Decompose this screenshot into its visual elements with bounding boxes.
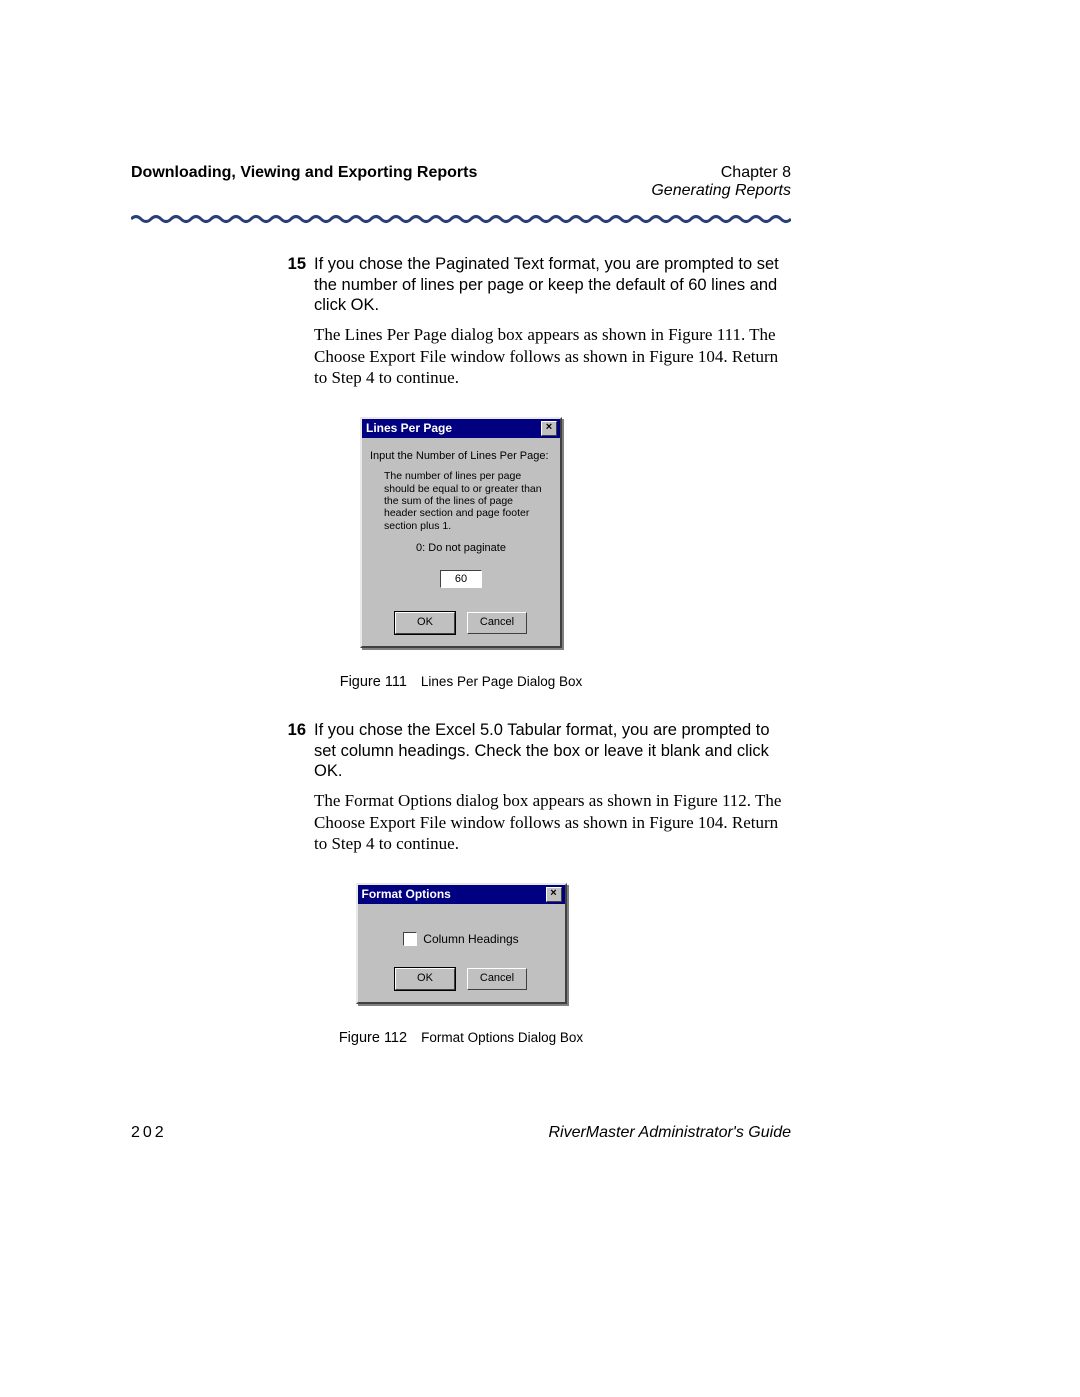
step-text: If you chose the Excel 5.0 Tabular forma… bbox=[314, 720, 791, 782]
column-headings-checkbox[interactable] bbox=[403, 932, 417, 946]
figure-112-caption: Figure 112 Format Options Dialog Box bbox=[131, 1030, 791, 1046]
step-16: 16 If you chose the Excel 5.0 Tabular fo… bbox=[274, 720, 791, 782]
header-right: Chapter 8 Generating Reports bbox=[651, 164, 791, 200]
content-area: Downloading, Viewing and Exporting Repor… bbox=[131, 164, 791, 1046]
step-15-block: 15 If you chose the Paginated Text forma… bbox=[274, 254, 791, 389]
header-title: Downloading, Viewing and Exporting Repor… bbox=[131, 164, 477, 182]
step-16-block: 16 If you chose the Excel 5.0 Tabular fo… bbox=[274, 720, 791, 855]
dialog2-body: Column Headings OK Cancel bbox=[358, 904, 565, 1002]
lines-input[interactable]: 60 bbox=[440, 570, 482, 588]
dialog1-body: Input the Number of Lines Per Page: The … bbox=[362, 438, 560, 646]
step-text: If you chose the Paginated Text format, … bbox=[314, 254, 791, 316]
step-number: 16 bbox=[274, 720, 314, 782]
step-number: 15 bbox=[274, 254, 314, 316]
caption2-number: Figure 112 bbox=[339, 1030, 407, 1046]
step-15-paragraph: The Lines Per Page dialog box appears as… bbox=[314, 324, 791, 389]
page-number: 202 bbox=[131, 1124, 167, 1142]
section-label: Generating Reports bbox=[651, 182, 791, 200]
dialog2-titlebar: Format Options × bbox=[358, 885, 565, 904]
dialog1-wrapper: Lines Per Page × Input the Number of Lin… bbox=[131, 417, 791, 648]
dialog1-note: The number of lines per page should be e… bbox=[384, 470, 546, 532]
chapter-label: Chapter 8 bbox=[651, 164, 791, 182]
ok-button[interactable]: OK bbox=[395, 968, 455, 990]
dialog1-input-row: 60 bbox=[370, 570, 552, 588]
dialog2-buttons: OK Cancel bbox=[366, 968, 557, 990]
wave-separator bbox=[131, 214, 791, 224]
guide-title: RiverMaster Administrator's Guide bbox=[548, 1124, 791, 1142]
caption1-number: Figure 111 bbox=[340, 674, 407, 690]
format-options-dialog: Format Options × Column Headings OK Canc… bbox=[356, 883, 567, 1004]
caption2-text: Format Options Dialog Box bbox=[421, 1030, 583, 1045]
column-headings-row: Column Headings bbox=[366, 932, 557, 946]
dialog2-wrapper: Format Options × Column Headings OK Canc… bbox=[131, 883, 791, 1004]
close-icon[interactable]: × bbox=[541, 421, 557, 436]
close-icon[interactable]: × bbox=[546, 887, 562, 902]
dialog1-prompt: Input the Number of Lines Per Page: bbox=[370, 450, 552, 462]
document-page: Downloading, Viewing and Exporting Repor… bbox=[0, 0, 1080, 1397]
figure-111-caption: Figure 111 Lines Per Page Dialog Box bbox=[131, 674, 791, 690]
ok-button[interactable]: OK bbox=[395, 612, 455, 634]
cancel-button[interactable]: Cancel bbox=[467, 612, 527, 634]
lines-per-page-dialog: Lines Per Page × Input the Number of Lin… bbox=[360, 417, 562, 648]
dialog1-title: Lines Per Page bbox=[366, 421, 452, 435]
page-header: Downloading, Viewing and Exporting Repor… bbox=[131, 164, 791, 200]
dialog1-nopaginate: 0: Do not paginate bbox=[370, 542, 552, 554]
caption1-text: Lines Per Page Dialog Box bbox=[421, 674, 582, 689]
cancel-button[interactable]: Cancel bbox=[467, 968, 527, 990]
column-headings-label: Column Headings bbox=[423, 932, 518, 946]
step-16-paragraph: The Format Options dialog box appears as… bbox=[314, 790, 791, 855]
wave-icon bbox=[131, 214, 791, 224]
page-footer: 202 RiverMaster Administrator's Guide bbox=[131, 1124, 791, 1142]
dialog2-title: Format Options bbox=[362, 887, 451, 901]
dialog1-titlebar: Lines Per Page × bbox=[362, 419, 560, 438]
dialog1-buttons: OK Cancel bbox=[370, 612, 552, 634]
step-15: 15 If you chose the Paginated Text forma… bbox=[274, 254, 791, 316]
